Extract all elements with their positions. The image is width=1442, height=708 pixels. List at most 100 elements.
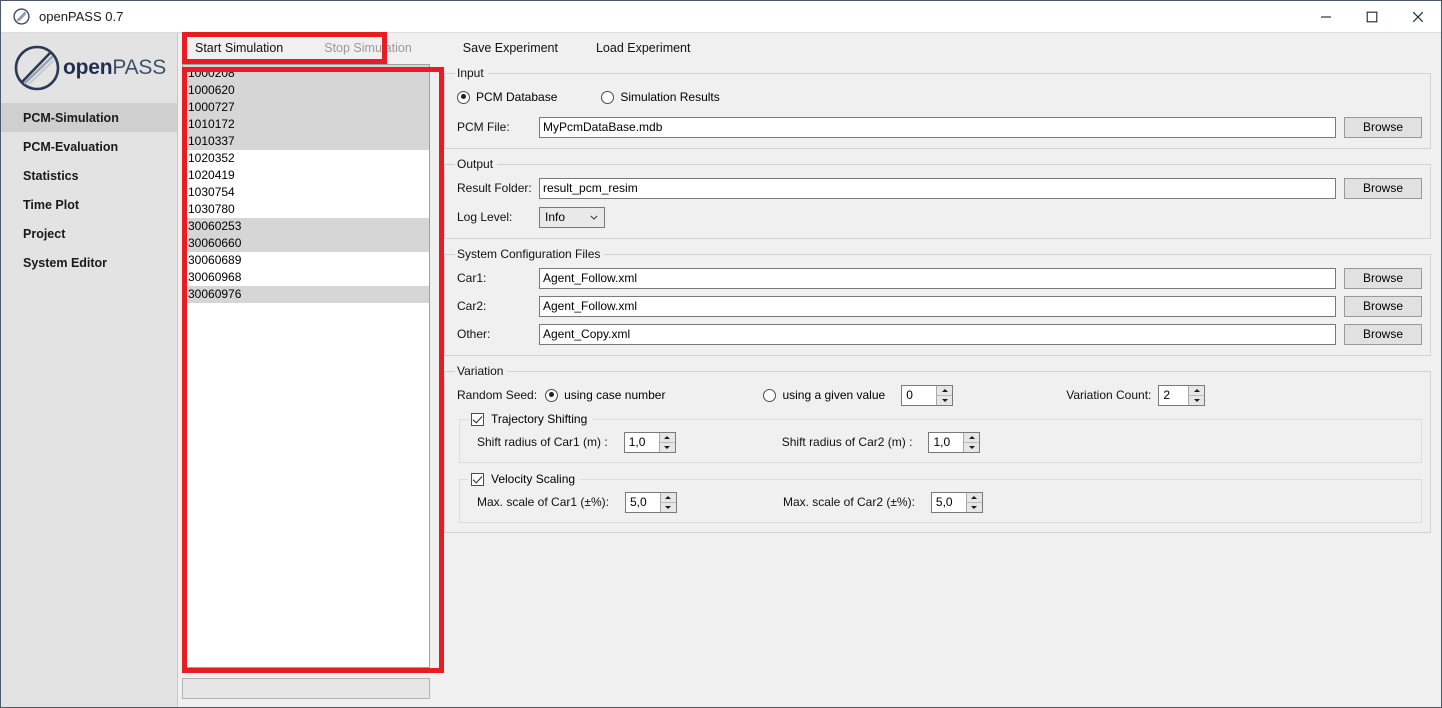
max-scale-car1-label: Max. scale of Car1 (±%): [477,495,609,509]
application-window: openPASS 0.7 openPASS PCM-Simulation PCM… [0,0,1442,708]
list-item[interactable]: 1000208 [183,65,429,82]
max-scale-car2-stepper[interactable]: 5,0 [930,491,983,513]
variation-count-value: 2 [1163,388,1171,402]
load-experiment-button[interactable]: Load Experiment [581,33,706,64]
browse-result-folder-button[interactable]: Browse [1344,177,1422,199]
sidebar-item-statistics[interactable]: Statistics [1,161,177,190]
minimize-icon[interactable] [1303,1,1349,32]
list-item[interactable]: 1030754 [183,184,429,201]
browse-other-config-button[interactable]: Browse [1344,323,1422,345]
stepper-buttons[interactable] [1188,385,1205,405]
list-item[interactable]: 1020419 [183,167,429,184]
start-simulation-button[interactable]: Start Simulation [178,33,298,64]
chevron-down-icon [590,215,598,220]
result-folder-input[interactable] [539,177,1336,199]
maximize-icon[interactable] [1349,1,1395,32]
radio-using-given-value[interactable]: using a given value [763,388,885,402]
max-scale-car2-label: Max. scale of Car2 (±%): [782,495,915,509]
list-item[interactable]: 1010172 [183,116,429,133]
velocity-scaling-label: Velocity Scaling [491,472,576,486]
sidebar-item-label: Project [23,226,66,241]
variation-group-title: Variation [457,364,504,378]
stepper-buttons[interactable] [936,385,953,405]
stepper-up-icon[interactable] [964,432,980,443]
sidebar-item-system-editor[interactable]: System Editor [1,248,177,277]
list-item[interactable]: 30060253 [183,218,429,235]
case-list-panel: 1000208 1000620 1000727 1010172 1010337 … [178,64,436,707]
list-item[interactable]: 30060660 [183,235,429,252]
list-item[interactable]: 1000620 [183,82,429,99]
menu-bar: Start Simulation Stop Simulation Save Ex… [178,33,1441,64]
sidebar-item-label: PCM-Evaluation [23,139,119,154]
trajectory-shifting-checkbox[interactable] [471,412,484,426]
list-item[interactable]: 30060968 [183,269,429,286]
stop-simulation-button: Stop Simulation [324,41,412,55]
radio-off-icon [601,90,615,104]
stepper-up-icon[interactable] [660,492,676,503]
stepper-down-icon[interactable] [659,442,675,452]
browse-pcm-file-button[interactable]: Browse [1344,116,1422,138]
list-item[interactable]: 1000727 [183,99,429,116]
stepper-down-icon[interactable] [660,502,676,512]
window-controls [1303,1,1441,32]
max-scale-car1-stepper[interactable]: 5,0 [624,491,677,513]
sidebar-item-project[interactable]: Project [1,219,177,248]
sidebar-item-time-plot[interactable]: Time Plot [1,190,177,219]
velocity-scaling-legend[interactable]: Velocity Scaling [468,472,580,486]
browse-car1-config-button[interactable]: Browse [1344,267,1422,289]
car2-config-input[interactable] [539,295,1336,317]
radio-simulation-results[interactable]: Simulation Results [601,90,720,104]
list-item[interactable]: 1030780 [183,201,429,218]
log-level-select[interactable]: Info [539,206,605,228]
list-item[interactable]: 30060976 [183,286,429,303]
max-scale-car1-value: 5,0 [629,495,647,509]
shift-radius-car1-label: Shift radius of Car1 (m) : [477,435,608,449]
close-icon[interactable] [1395,1,1441,32]
radio-using-case-number[interactable]: using case number [545,388,665,402]
shift-radius-car2-stepper[interactable]: 1,0 [928,431,981,453]
output-group: Output Result Folder: Browse Log Level: … [444,157,1431,239]
car1-config-input[interactable] [539,267,1336,289]
stepper-up-icon[interactable] [1189,385,1205,396]
stepper-down-icon[interactable] [1189,395,1205,405]
variation-count-stepper[interactable]: 2 [1158,384,1206,406]
browse-car2-config-button[interactable]: Browse [1344,295,1422,317]
stepper-up-icon[interactable] [659,432,675,443]
radio-label: Simulation Results [620,90,720,104]
sidebar-item-pcm-evaluation[interactable]: PCM-Evaluation [1,132,177,161]
stepper-down-icon[interactable] [964,442,980,452]
save-experiment-button[interactable]: Save Experiment [448,33,573,64]
given-seed-value-stepper[interactable]: 0 [901,384,954,406]
stepper-down-icon[interactable] [937,395,953,405]
radio-label: using case number [564,388,666,402]
log-level-label: Log Level: [457,210,513,224]
list-item[interactable]: 30060689 [183,252,429,269]
stepper-buttons[interactable] [658,432,675,452]
sidebar-item-pcm-simulation[interactable]: PCM-Simulation [1,103,177,132]
car1-config-label: Car1: [457,271,487,285]
random-seed-label: Random Seed: [457,388,538,402]
stepper-buttons[interactable] [963,432,980,452]
main-area: Start Simulation Stop Simulation Save Ex… [178,33,1441,707]
sysconfig-group-title: System Configuration Files [457,247,601,261]
velocity-scaling-checkbox[interactable] [471,472,484,486]
shift-radius-car1-stepper[interactable]: 1,0 [623,431,676,453]
sidebar-item-label: System Editor [23,255,108,270]
trajectory-shifting-label: Trajectory Shifting [491,412,588,426]
trajectory-shifting-legend[interactable]: Trajectory Shifting [468,412,592,426]
result-folder-label: Result Folder: [457,181,532,195]
content-row: 1000208 1000620 1000727 1010172 1010337 … [178,64,1441,707]
pcm-file-input[interactable] [539,116,1336,138]
radio-pcm-database[interactable]: PCM Database [457,90,557,104]
stepper-down-icon[interactable] [966,502,982,512]
list-item[interactable]: 1010337 [183,133,429,150]
stepper-buttons[interactable] [659,492,676,512]
stepper-up-icon[interactable] [937,385,953,396]
list-item[interactable]: 1020352 [183,150,429,167]
title-bar: openPASS 0.7 [1,1,1441,32]
case-list[interactable]: 1000208 1000620 1000727 1010172 1010337 … [182,64,430,668]
stepper-up-icon[interactable] [966,492,982,503]
stepper-buttons[interactable] [965,492,982,512]
openpass-logo-icon [12,8,30,26]
other-config-input[interactable] [539,323,1336,345]
